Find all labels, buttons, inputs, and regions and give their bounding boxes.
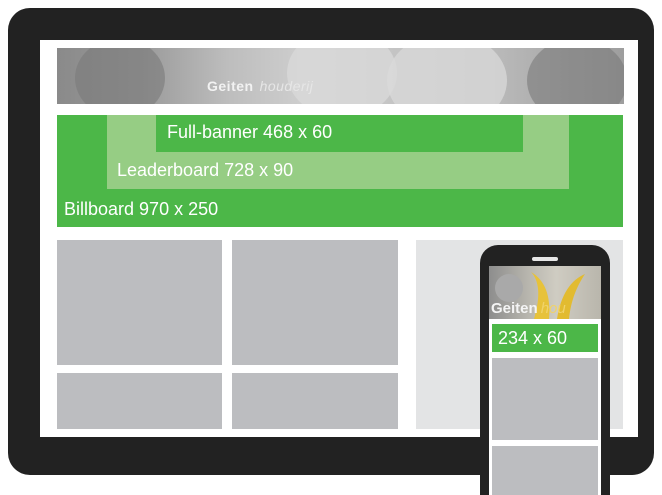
mobile-content-block bbox=[492, 358, 598, 440]
content-block bbox=[57, 240, 222, 365]
site-logo: Geiten houderij bbox=[207, 78, 314, 94]
mobile-banner-ad: 234 x 60 bbox=[492, 324, 598, 352]
mobile-site-logo: Geiten hou bbox=[491, 300, 566, 317]
content-block bbox=[232, 373, 398, 429]
speaker-grille bbox=[532, 257, 558, 261]
billboard-label: Billboard 970 x 250 bbox=[64, 199, 219, 219]
full-banner-label: Full-banner 468 x 60 bbox=[167, 122, 333, 142]
mobile-content-block bbox=[492, 446, 598, 495]
mobile-banner-label: 234 x 60 bbox=[498, 328, 568, 348]
content-block bbox=[232, 240, 398, 365]
goat-shape bbox=[75, 48, 165, 104]
content-block bbox=[57, 373, 222, 429]
smartphone-screen: Geiten hou 234 x 60 bbox=[489, 266, 601, 495]
header-banner-image: Geiten houderij bbox=[57, 48, 624, 104]
mobile-header-image: Geiten hou bbox=[489, 266, 601, 319]
goat-shape bbox=[527, 48, 624, 104]
goat-shape bbox=[387, 48, 507, 104]
leaderboard-label: Leaderboard 728 x 90 bbox=[117, 160, 294, 180]
goat-shape bbox=[287, 48, 397, 104]
